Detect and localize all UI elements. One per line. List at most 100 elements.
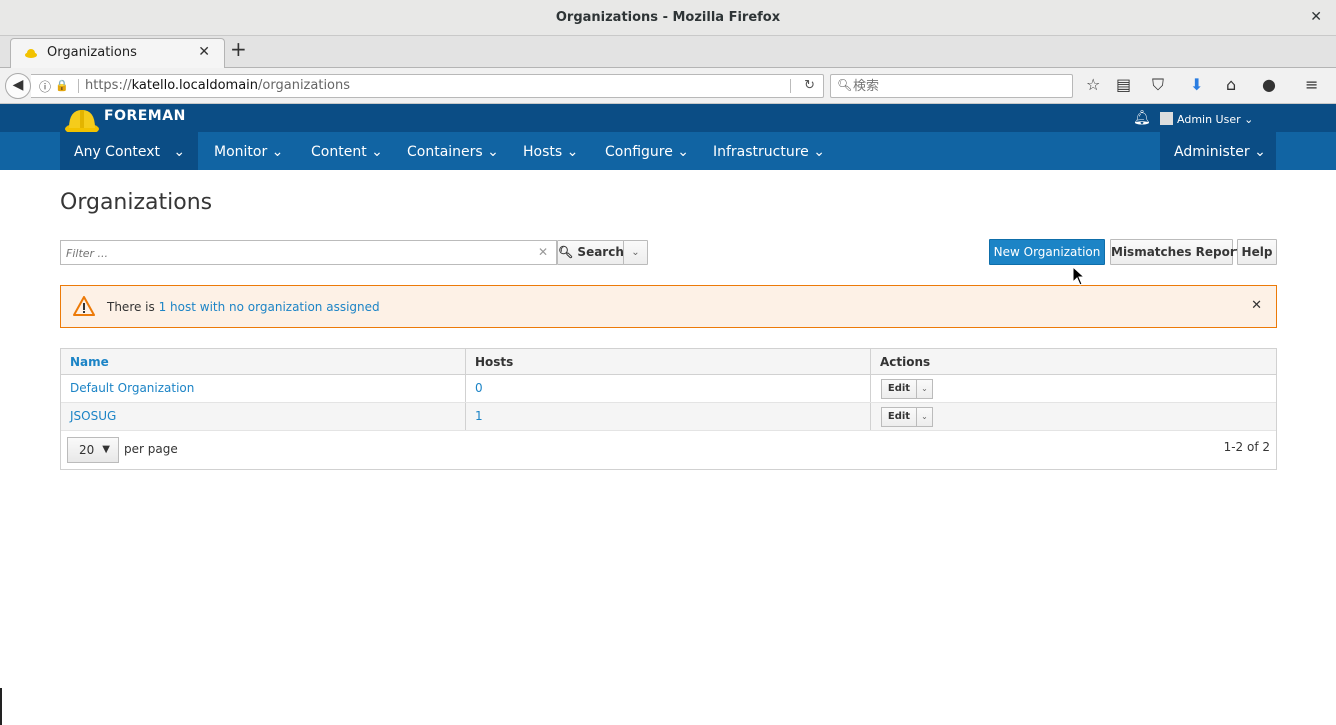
nav-any-context-label: Any Context [74,144,161,160]
table-row: JSOSUG 1 Edit ⌄ [61,403,1276,431]
table-row: Default Organization 0 Edit ⌄ [61,375,1276,403]
reload-icon[interactable]: ↻ [804,78,815,93]
clear-filter-icon[interactable]: ✕ [538,245,548,259]
alert-text: There is 1 host with no organization ass… [107,300,380,314]
alert-close-icon[interactable]: ✕ [1251,298,1262,313]
alert-link[interactable]: 1 host with no organization assigned [159,300,380,314]
nav-hosts-label: Hosts [523,144,563,160]
organization-link[interactable]: JSOSUG [70,409,116,423]
page-title: Organizations [60,190,213,215]
table-header-row: Name Hosts Actions [61,349,1276,375]
search-icon: 🔍︎ [558,245,574,259]
url-reload-separator [790,79,791,93]
edit-button[interactable]: Edit [881,407,917,427]
tab-close-icon[interactable]: ✕ [198,44,210,60]
edit-button[interactable]: Edit [881,379,917,399]
user-name: Admin User [1177,113,1241,126]
table-cell-name: JSOSUG [61,403,466,430]
browser-navbar: ◀ ⓘ 🔒 https://katello.localdomain/organi… [0,68,1336,104]
alert-prefix: There is [107,300,159,314]
user-menu[interactable]: Admin User ⌄ [1160,112,1253,126]
hosts-count-link[interactable]: 1 [475,409,483,423]
chevron-down-icon: ▼ [102,444,110,455]
table-footer: 20 ▼ per page 1-2 of 2 [61,431,1276,469]
search-icon: 🔍︎ [837,78,853,92]
table-cell-actions: Edit ⌄ [871,375,1278,402]
nav-administer[interactable]: Administer ⌄ [1160,132,1276,170]
insecure-lock-icon[interactable]: 🔒 [55,79,69,92]
bookmark-star-icon[interactable]: ☆ [1086,76,1100,94]
window-titlebar: Organizations - Mozilla Firefox ✕ [0,0,1336,36]
nav-administer-label: Administer [1174,144,1250,160]
back-arrow-icon[interactable]: ◀ [5,73,31,99]
search-dropdown-button[interactable]: ⌄ [623,240,648,265]
foreman-main-nav: Any Context ⌄ Monitor ⌄ Content ⌄ Contai… [0,132,1336,170]
organizations-table: Name Hosts Actions Default Organization … [60,348,1277,470]
download-icon[interactable]: ⬇ [1190,76,1203,94]
tab-label: Organizations [47,45,137,60]
organization-link[interactable]: Default Organization [70,381,194,395]
window-title: Organizations - Mozilla Firefox [555,10,781,25]
per-page-select[interactable]: 20 ▼ [67,437,119,463]
column-header-name-label[interactable]: Name [70,355,109,369]
info-icon[interactable]: ⓘ [39,78,51,95]
column-header-name[interactable]: Name [61,349,466,374]
url-prefix: https:// [85,78,132,93]
nav-monitor[interactable]: Monitor ⌄ [214,132,283,170]
nav-configure[interactable]: Configure ⌄ [605,132,689,170]
warning-alert: There is 1 host with no organization ass… [60,285,1277,328]
hosts-count-link[interactable]: 0 [475,381,483,395]
url-bar[interactable]: ⓘ 🔒 https://katello.localdomain/organiza… [31,74,824,98]
window-close-icon[interactable]: ✕ [1310,9,1322,25]
nav-infrastructure[interactable]: Infrastructure ⌄ [713,132,825,170]
window-edge [0,688,2,725]
home-icon[interactable]: ⌂ [1226,76,1236,94]
chevron-down-icon: ⌄ [631,247,640,258]
tab-strip: Organizations ✕ [0,36,1336,68]
browser-search-input[interactable] [853,77,1063,95]
edit-dropdown-chevron-icon[interactable]: ⌄ [916,407,933,427]
column-header-actions: Actions [880,355,931,369]
new-tab-plus-icon[interactable]: + [230,38,247,60]
pagination-count: 1-2 of 2 [1223,440,1270,454]
per-page-value: 20 [79,443,95,457]
mismatches-report-button[interactable]: Mismatches Report [1110,239,1242,265]
help-button[interactable]: Help [1237,239,1277,265]
nav-containers-label: Containers [407,144,483,160]
nav-content-label: Content [311,144,367,160]
foreman-favicon-icon [25,49,37,58]
browser-tab[interactable]: Organizations ✕ [10,38,225,68]
nav-infrastructure-label: Infrastructure [713,144,809,160]
table-cell-hosts: 1 [466,403,871,430]
browser-search-bar[interactable]: 🔍︎ [830,74,1073,98]
edit-dropdown-chevron-icon[interactable]: ⌄ [916,379,933,399]
column-header-hosts: Hosts [466,349,871,374]
url-separator [78,79,79,93]
reading-list-icon[interactable]: ▤ [1116,76,1131,94]
hamburger-menu-icon[interactable]: ≡ [1305,76,1318,94]
filter-box: ✕ [60,240,557,265]
nav-containers[interactable]: Containers ⌄ [407,132,499,170]
nav-configure-label: Configure [605,144,673,160]
foreman-brand[interactable]: FOREMAN [104,108,186,124]
url-path: /organizations [258,78,351,93]
notification-bell-icon[interactable]: 🔔︎ [1133,110,1151,126]
extension-icon[interactable]: ● [1262,76,1276,94]
url-text[interactable]: https://katello.localdomain/organization… [85,78,350,93]
new-organization-button[interactable]: New Organization [989,239,1105,265]
nav-hosts[interactable]: Hosts ⌄ [523,132,578,170]
mouse-pointer-icon [1072,266,1086,286]
nav-monitor-label: Monitor [214,144,268,160]
filter-input[interactable] [66,244,526,262]
table-cell-actions: Edit ⌄ [871,403,1278,430]
pocket-icon[interactable]: ⛉ [1152,76,1164,94]
avatar [1160,112,1173,125]
table-cell-hosts: 0 [466,375,871,402]
per-page-label: per page [124,442,178,456]
search-button[interactable]: 🔍︎ Search [557,240,624,265]
warning-triangle-icon [73,296,95,316]
table-cell-name: Default Organization [61,375,466,402]
nav-any-context[interactable]: Any Context ⌄ [60,132,198,170]
nav-content[interactable]: Content ⌄ [311,132,383,170]
search-button-label: Search [577,245,624,259]
